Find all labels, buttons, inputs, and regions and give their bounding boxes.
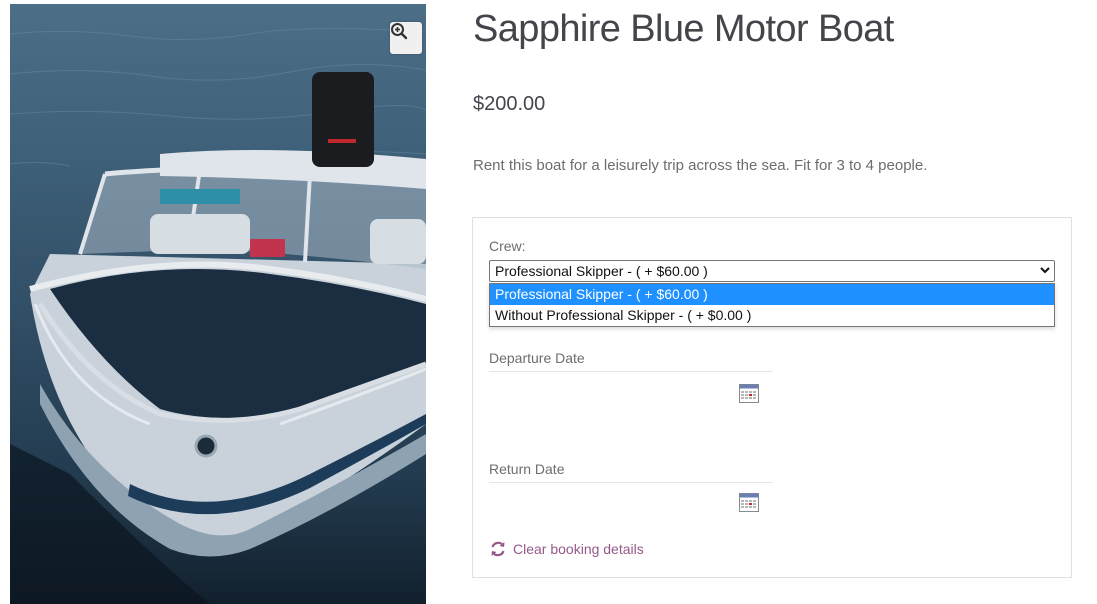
departure-date-divider xyxy=(489,371,773,372)
crew-options-list: Professional Skipper - ( + $60.00 ) With… xyxy=(489,283,1055,327)
boat-illustration xyxy=(10,27,426,604)
product-title: Sapphire Blue Motor Boat xyxy=(473,8,894,50)
clear-booking-label: Clear booking details xyxy=(513,541,644,557)
return-calendar-icon[interactable] xyxy=(739,493,759,512)
return-date-divider xyxy=(489,482,773,483)
clear-booking-link[interactable]: Clear booking details xyxy=(489,540,644,558)
product-image[interactable] xyxy=(10,4,426,604)
crew-option-professional-skipper[interactable]: Professional Skipper - ( + $60.00 ) xyxy=(490,284,1054,305)
magnifier-plus-icon xyxy=(391,23,408,40)
crew-option-without-skipper[interactable]: Without Professional Skipper - ( + $0.00… xyxy=(490,305,1054,326)
chevron-down-icon xyxy=(1040,267,1050,274)
product-price: $200.00 xyxy=(473,93,546,115)
zoom-button[interactable] xyxy=(390,22,422,54)
return-date-label: Return Date xyxy=(489,461,565,477)
departure-calendar-icon[interactable] xyxy=(739,384,759,403)
departure-date-label: Departure Date xyxy=(489,350,585,366)
crew-select[interactable]: Professional Skipper - ( + $60.00 ) xyxy=(489,260,1055,282)
crew-select-value: Professional Skipper - ( + $60.00 ) xyxy=(495,263,708,279)
product-description: Rent this boat for a leisurely trip acro… xyxy=(473,157,928,174)
refresh-icon xyxy=(491,541,505,557)
crew-label: Crew: xyxy=(489,238,526,254)
